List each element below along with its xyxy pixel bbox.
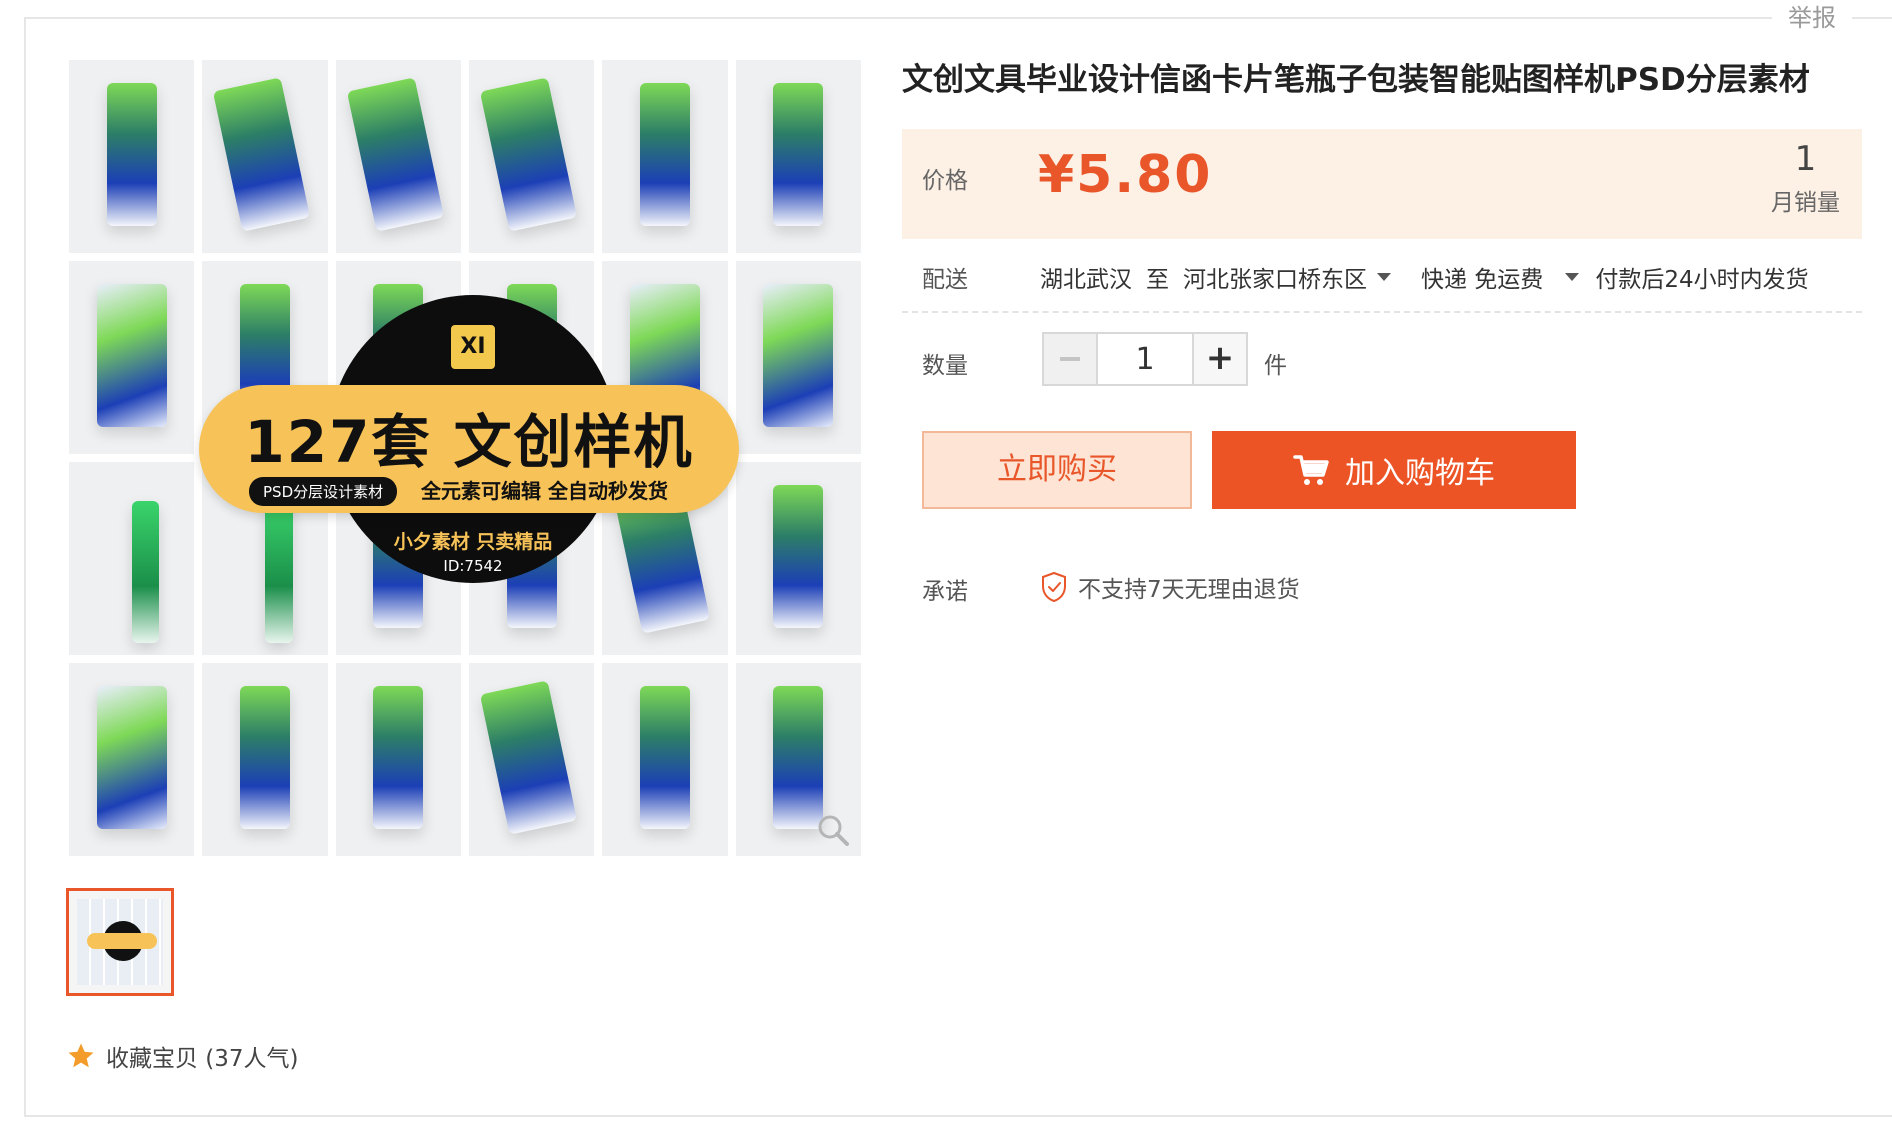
shield-check-icon [1042,571,1066,603]
price-panel: 价格 ¥5.80 1 月销量 [902,129,1862,239]
promise-label: 承诺 [922,579,968,605]
monthly-sales-value: 1 [1794,139,1817,179]
minus-icon [1060,357,1080,361]
price-value: ¥5.80 [1038,145,1213,205]
product-title: 文创文具毕业设计信函卡片笔瓶子包装智能贴图样机PSD分层素材 [902,62,1810,98]
zoom-icon[interactable] [815,812,851,848]
collage-tile [335,60,461,253]
quantity-input[interactable]: 1 [1098,334,1192,384]
favorite-label: 收藏宝贝 (37人气) [106,1046,299,1072]
collage-tile [735,462,861,655]
collage-tile [69,663,195,856]
collage-tile [602,60,728,253]
shipping-label: 配送 [922,267,968,293]
quantity-increment-button[interactable]: + [1192,334,1246,384]
badge-tag-left: PSD分层设计素材 [249,477,398,506]
shipping-method[interactable]: 快递 免运费 [1421,260,1543,294]
price-label: 价格 [922,168,968,194]
collage-tile [69,261,195,454]
promise-text: 不支持7天无理由退货 [1078,577,1300,603]
promise-row: 承诺 不支持7天无理由退货 [902,570,1862,610]
collage-tile [335,663,461,856]
quantity-label: 数量 [922,353,968,379]
badge-id: ID:7542 [443,557,503,575]
report-link[interactable]: 举报 [1772,2,1852,34]
badge-subtitle: 小夕素材 只卖精品 [393,531,553,553]
add-to-cart-button[interactable]: 加入购物车 [1212,431,1576,509]
monthly-sales: 1 月销量 [1771,139,1840,217]
collage-tile [602,663,728,856]
promise-item: 不支持7天无理由退货 [1040,570,1300,604]
chevron-down-icon[interactable] [1377,273,1391,281]
shipping-origin: 湖北武汉 [1040,267,1132,293]
buy-now-button[interactable]: 立即购买 [922,431,1192,509]
thumbnail-pill [87,933,157,949]
collage-tile [735,261,861,454]
cart-icon [1293,455,1329,485]
badge-headline: 127套 文创样机 [244,408,694,476]
collage-tile [469,663,595,856]
quantity-decrement-button[interactable] [1044,334,1098,384]
shipping-destination[interactable]: 河北张家口桥东区 [1183,260,1367,294]
chevron-down-icon[interactable] [1565,273,1580,281]
collage-tile [202,60,328,253]
brand-logo: XI [451,325,495,369]
collage-tile [202,663,328,856]
favorite-button[interactable]: 收藏宝贝 (37人气) [66,1038,299,1074]
thumbnail-selected[interactable] [66,888,174,996]
promo-badge: XI 127套 文创样机 PSD分层设计素材 全元素可编辑 全自动秒发货 小夕素… [199,295,739,615]
collage-tile [69,60,195,253]
badge-tag-right: 全元素可编辑 全自动秒发货 [421,479,668,503]
star-icon [68,1043,94,1068]
quantity-stepper: 1 + [1042,332,1248,386]
collage-tile [469,60,595,253]
monthly-sales-label: 月销量 [1771,190,1840,216]
shipping-dispatch: 付款后24小时内发货 [1595,267,1809,293]
add-to-cart-label: 加入购物车 [1345,456,1495,491]
quantity-unit: 件 [1264,353,1287,379]
quantity-row: 数量 1 + 件 [902,332,1862,392]
shipping-to: 至 [1146,267,1169,293]
main-product-image[interactable]: XI 127套 文创样机 PSD分层设计素材 全元素可编辑 全自动秒发货 小夕素… [69,60,861,856]
shipping-row: 配送 湖北武汉 至 河北张家口桥东区 快递 免运费 付款后24小时内发货 [902,256,1862,313]
shipping-route: 湖北武汉 至 河北张家口桥东区 快递 免运费 付款后24小时内发货 [1040,260,1809,294]
collage-tile [69,462,195,655]
collage-tile [735,60,861,253]
